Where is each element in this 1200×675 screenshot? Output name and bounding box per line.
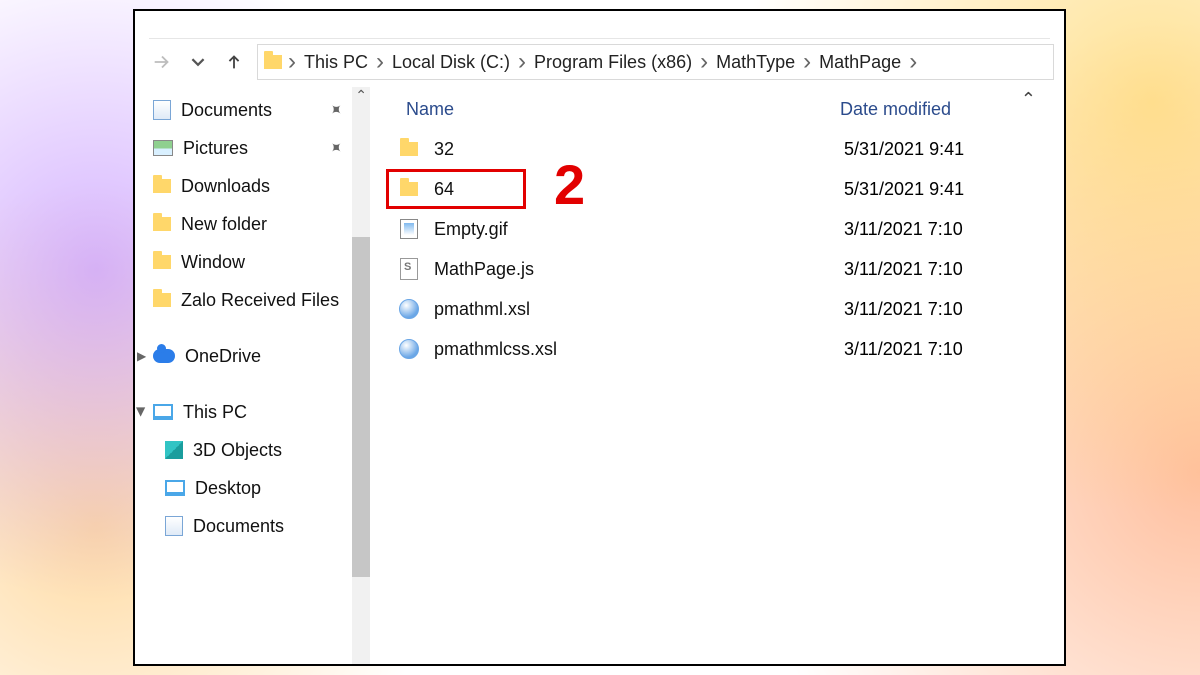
file-row[interactable]: pmathmlcss.xsl 3/11/2021 7:10 <box>370 329 1064 369</box>
breadcrumb-segment[interactable]: This PC <box>302 52 370 73</box>
file-name: MathPage.js <box>434 259 844 280</box>
chevron-right-icon[interactable]: › <box>516 50 528 74</box>
xsl-file-icon <box>399 299 419 319</box>
sidebar-item-label: Pictures <box>183 138 248 159</box>
sidebar-item-label: This PC <box>183 402 247 423</box>
folder-icon <box>400 142 418 156</box>
breadcrumb-segment[interactable]: MathPage <box>817 52 903 73</box>
document-icon <box>153 100 171 120</box>
breadcrumb-bar[interactable]: › This PC › Local Disk (C:) › Program Fi… <box>257 44 1054 80</box>
script-file-icon <box>400 258 418 280</box>
file-date: 3/11/2021 7:10 <box>844 339 963 360</box>
chevron-right-icon[interactable]: › <box>374 50 386 74</box>
folder-icon <box>153 217 171 231</box>
file-name: Empty.gif <box>434 219 844 240</box>
breadcrumb-segment[interactable]: MathType <box>714 52 797 73</box>
explorer-window: › This PC › Local Disk (C:) › Program Fi… <box>133 9 1066 666</box>
sidebar-item-label: 3D Objects <box>193 440 282 461</box>
file-row-highlighted[interactable]: 64 5/31/2021 9:41 2 <box>370 169 1064 209</box>
sidebar-item-label: Zalo Received Files <box>181 290 339 311</box>
file-date: 3/11/2021 7:10 <box>844 259 963 280</box>
file-row[interactable]: Empty.gif 3/11/2021 7:10 <box>370 209 1064 249</box>
chevron-right-icon[interactable]: › <box>286 50 298 74</box>
sort-caret-icon[interactable]: ⌃ <box>1021 89 1036 110</box>
nav-history-dropdown-icon[interactable] <box>185 55 211 69</box>
folder-icon <box>400 182 418 196</box>
ribbon-placeholder <box>149 11 1050 39</box>
onedrive-icon <box>153 349 175 363</box>
file-date: 5/31/2021 9:41 <box>844 179 964 200</box>
pictures-icon <box>153 140 173 156</box>
sidebar-item-label: Desktop <box>195 478 261 499</box>
sidebar-item-thispc[interactable]: ▶ This PC <box>135 393 370 431</box>
file-name: 32 <box>434 139 844 160</box>
file-row[interactable]: MathPage.js 3/11/2021 7:10 <box>370 249 1064 289</box>
sidebar-item-label: Window <box>181 252 245 273</box>
nav-pane: ⌃ Documents ✦ Pictures ✦ Downloads <box>135 87 370 664</box>
sidebar-item-3dobjects[interactable]: 3D Objects <box>135 431 370 469</box>
address-bar-row: › This PC › Local Disk (C:) › Program Fi… <box>135 39 1064 85</box>
xsl-file-icon <box>399 339 419 359</box>
nav-up-icon[interactable] <box>217 51 251 73</box>
chevron-right-icon[interactable]: › <box>907 50 919 74</box>
folder-icon <box>153 255 171 269</box>
file-name: pmathmlcss.xsl <box>434 339 844 360</box>
annotation-number: 2 <box>554 157 585 213</box>
file-list-pane: ⌃ Name Date modified 32 5/31/2021 9:41 6… <box>370 87 1064 664</box>
sidebar-item-zalo[interactable]: Zalo Received Files <box>135 281 370 319</box>
nav-back-icon[interactable] <box>145 51 179 73</box>
folder-icon <box>153 179 171 193</box>
file-date: 3/11/2021 7:10 <box>844 219 963 240</box>
thispc-icon <box>153 404 173 420</box>
sidebar-item-downloads[interactable]: Downloads <box>135 167 370 205</box>
sidebar-item-pictures[interactable]: Pictures ✦ <box>135 129 370 167</box>
chevron-right-icon[interactable]: ▶ <box>137 349 146 363</box>
file-row[interactable]: pmathml.xsl 3/11/2021 7:10 <box>370 289 1064 329</box>
sidebar-item-documents[interactable]: Documents ✦ <box>135 91 370 129</box>
chevron-right-icon[interactable]: › <box>698 50 710 74</box>
sidebar-item-label: Documents <box>181 100 272 121</box>
sidebar-item-window[interactable]: Window <box>135 243 370 281</box>
folder-icon <box>264 55 282 69</box>
folder-icon <box>153 293 171 307</box>
image-file-icon <box>400 219 418 239</box>
file-date: 5/31/2021 9:41 <box>844 139 964 160</box>
breadcrumb-segment[interactable]: Local Disk (C:) <box>390 52 512 73</box>
file-name: pmathml.xsl <box>434 299 844 320</box>
sidebar-item-desktop[interactable]: Desktop <box>135 469 370 507</box>
cube-icon <box>165 441 183 459</box>
breadcrumb-segment[interactable]: Program Files (x86) <box>532 52 694 73</box>
pin-icon: ✦ <box>323 98 347 122</box>
sidebar-item-onedrive[interactable]: ▶ OneDrive <box>135 337 370 375</box>
sidebar-item-label: New folder <box>181 214 267 235</box>
file-row[interactable]: 32 5/31/2021 9:41 <box>370 129 1064 169</box>
sidebar-item-label: OneDrive <box>185 346 261 367</box>
sidebar-item-label: Documents <box>193 516 284 537</box>
column-headers: ⌃ Name Date modified <box>370 93 1064 125</box>
column-name[interactable]: Name <box>370 99 840 120</box>
chevron-down-icon[interactable]: ▶ <box>135 407 149 416</box>
file-name: 64 <box>434 179 844 200</box>
desktop-icon <box>165 480 185 496</box>
file-date: 3/11/2021 7:10 <box>844 299 963 320</box>
sidebar-item-label: Downloads <box>181 176 270 197</box>
sidebar-item-documents2[interactable]: Documents <box>135 507 370 545</box>
pin-icon: ✦ <box>323 136 347 160</box>
chevron-right-icon[interactable]: › <box>801 50 813 74</box>
sidebar-item-newfolder[interactable]: New folder <box>135 205 370 243</box>
document-icon <box>165 516 183 536</box>
